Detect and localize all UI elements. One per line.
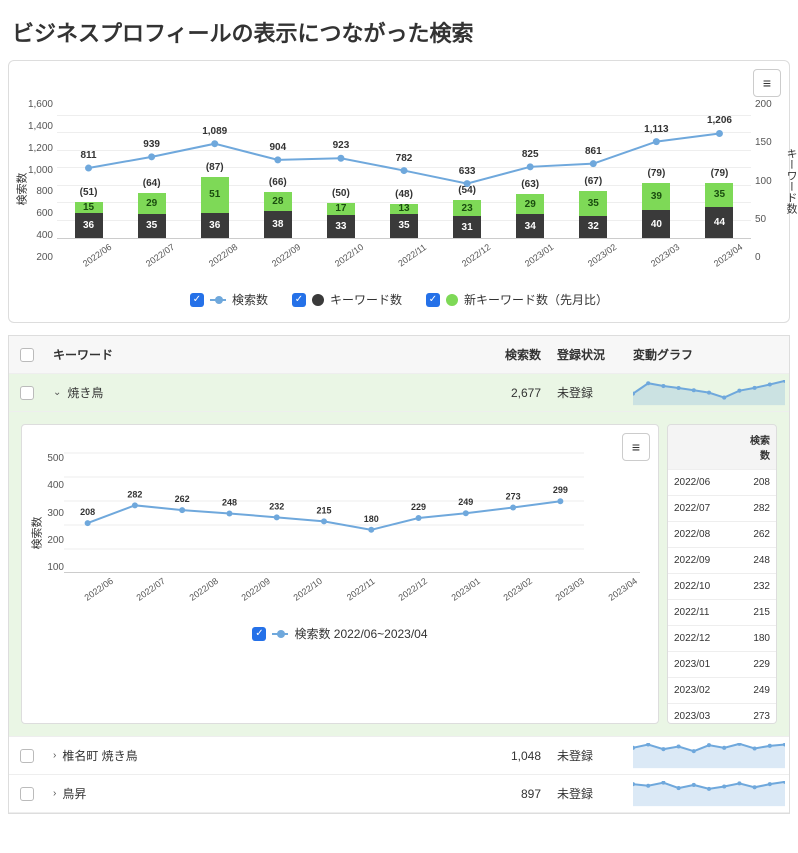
detail-table-row: 2022/10232 [668,574,776,600]
detail-legend-item[interactable]: ✓検索数 2022/06~2023/04 [252,625,427,642]
detail-x-labels: 2022/062022/072022/082022/092022/102022/… [64,577,640,597]
detail-table-row: 2022/12180 [668,626,776,652]
detail-y-ticks: 500400300200100 [32,453,64,573]
svg-text:262: 262 [175,494,190,504]
legend-new-keywords[interactable]: ✓新キーワード数（先月比） [426,291,608,308]
searches-cell: 2,677 [479,374,549,411]
table-row: ›鳥昇 897 未登録 [9,775,789,813]
detail-chart: ≡ 検索数 500400300200100 208282262248232215… [21,424,659,724]
dot-swatch [446,294,458,306]
status-cell: 未登録 [549,374,629,411]
status-cell: 未登録 [549,737,629,774]
svg-text:249: 249 [458,497,473,507]
detail-table-row: 2023/03273 [668,704,776,724]
row-checkbox[interactable] [20,749,34,763]
detail-data-table: 検索数 2022/062082022/072822022/082622022/0… [667,424,777,724]
header-status[interactable]: 登録状況 [549,336,629,373]
detail-legend: ✓検索数 2022/06~2023/04 [30,625,650,642]
table-row: ›椎名町 焼き鳥 1,048 未登録 [9,737,789,775]
legend-keywords[interactable]: ✓キーワード数 [292,291,402,308]
checkbox-icon: ✓ [292,293,306,307]
dot-swatch [312,294,324,306]
detail-table-row: 2022/07282 [668,496,776,522]
y-axis-right-label: キーワード数 [783,148,798,214]
searches-cell: 897 [479,775,549,812]
line-swatch [210,299,226,301]
sparkline-cell [629,374,789,411]
table-body: ⌄焼き鳥 2,677 未登録 ≡ 検索数 500400300200100 208… [9,374,789,813]
sparkline-cell [629,737,789,774]
chevron-down-icon: ⌄ [53,387,61,398]
checkbox-icon: ✓ [426,293,440,307]
detail-table-row: 2022/06208 [668,470,776,496]
svg-text:299: 299 [553,485,568,495]
row-checkbox[interactable] [20,787,34,801]
table-header-row: キーワード 検索数 登録状況 変動グラフ [9,336,789,374]
detail-table-row: 2022/08262 [668,522,776,548]
header-checkbox-cell [9,336,45,373]
sparkline-cell [629,775,789,812]
keyword-cell[interactable]: ›椎名町 焼き鳥 [45,737,479,774]
chart-menu-button[interactable]: ≡ [753,69,781,97]
detail-table-row: 2022/09248 [668,548,776,574]
select-all-checkbox[interactable] [20,348,34,362]
header-keyword[interactable]: キーワード [45,336,479,373]
main-plot-area: 3615(51)8113529(64)9393651(87)1,0893828(… [57,99,751,239]
header-searches[interactable]: 検索数 [479,336,549,373]
chevron-right-icon: › [53,750,56,761]
svg-text:208: 208 [80,507,95,517]
detail-table-row: 2023/02249 [668,678,776,704]
checkbox-icon: ✓ [190,293,204,307]
y-axis-left-ticks: 1,6001,4001,2001,000800600400200 [21,99,53,263]
row-checkbox[interactable] [20,386,34,400]
main-chart-card: ≡ 検索数 キーワード数 1,6001,4001,2001,0008006004… [8,60,790,323]
table-row: ⌄焼き鳥 2,677 未登録 [9,374,789,412]
y-axis-right-ticks: 200150100500 [755,99,783,263]
searches-cell: 1,048 [479,737,549,774]
detail-table-row: 2023/01229 [668,652,776,678]
main-chart: 検索数 キーワード数 1,6001,4001,2001,000800600400… [57,99,751,263]
chevron-right-icon: › [53,788,56,799]
detail-plot: 208 282 262 248 232 215 180 229 249 273 299 [64,453,640,573]
page-title: ビジネスプロフィールの表示につながった検索 [0,0,798,60]
detail-panel: ≡ 検索数 500400300200100 208282262248232215… [9,412,789,737]
main-legend: ✓検索数 ✓キーワード数 ✓新キーワード数（先月比） [17,291,781,308]
detail-table-row: 2022/11215 [668,600,776,626]
header-trend: 変動グラフ [629,336,789,373]
main-x-labels: 2022/062022/072022/082022/092022/102022/… [57,243,751,263]
svg-text:282: 282 [127,489,142,499]
svg-text:229: 229 [411,502,426,512]
svg-text:232: 232 [269,501,284,511]
keyword-cell[interactable]: ⌄焼き鳥 [45,374,479,411]
svg-text:180: 180 [364,514,379,524]
status-cell: 未登録 [549,775,629,812]
svg-text:215: 215 [316,505,331,515]
keyword-cell[interactable]: ›鳥昇 [45,775,479,812]
svg-text:273: 273 [506,491,521,501]
svg-text:248: 248 [222,497,237,507]
legend-search[interactable]: ✓検索数 [190,291,268,308]
keyword-table: キーワード 検索数 登録状況 変動グラフ ⌄焼き鳥 2,677 未登録 ≡ 検索… [8,335,790,814]
